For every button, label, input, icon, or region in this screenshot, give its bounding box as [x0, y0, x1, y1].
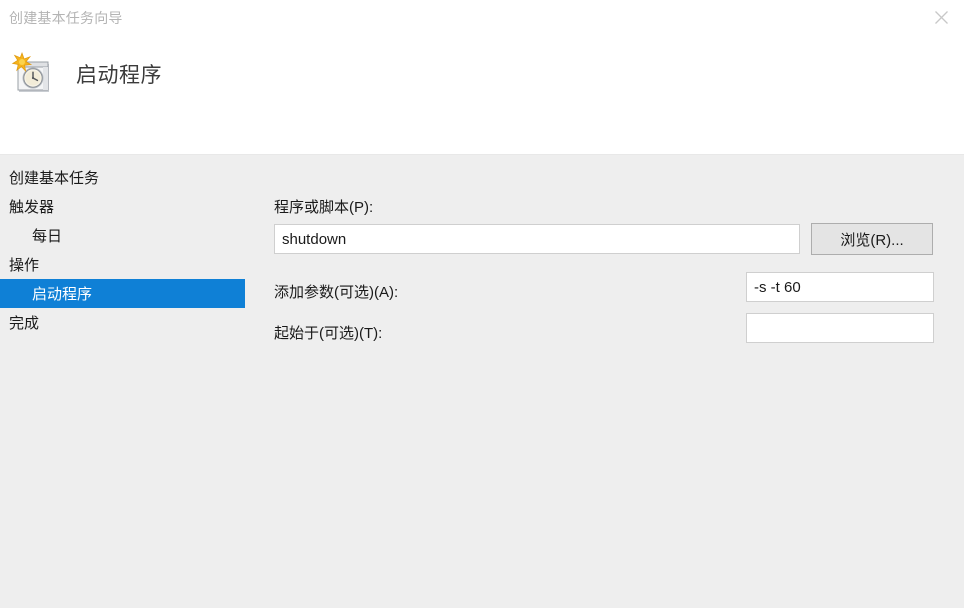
sidebar-item-trigger[interactable]: 触发器: [0, 192, 245, 221]
wizard-body: 创建基本任务 触发器 每日 操作 启动程序 完成 程序或脚本(P): 浏览(R)…: [0, 155, 964, 608]
sidebar-item-start-a-program[interactable]: 启动程序: [0, 279, 245, 308]
program-or-script-input[interactable]: [274, 224, 800, 254]
sidebar-item-label: 完成: [9, 315, 40, 332]
sidebar-item-label: 每日: [32, 228, 63, 245]
close-button[interactable]: [918, 0, 964, 34]
create-basic-task-wizard-window: 创建基本任务向导 启动程序 创建基本任务 触发器 每日 操作 启动程序 完成 程…: [0, 0, 964, 608]
sidebar-item-label: 操作: [9, 257, 40, 274]
sidebar-item-action[interactable]: 操作: [0, 250, 245, 279]
close-icon: [933, 9, 950, 26]
page-title: 启动程序: [76, 64, 162, 87]
add-arguments-input[interactable]: [746, 272, 934, 302]
browse-button[interactable]: 浏览(R)...: [811, 223, 933, 255]
sidebar-item-daily[interactable]: 每日: [0, 221, 245, 250]
task-scheduler-clock-calendar-icon: [10, 50, 58, 98]
wizard-step-list: 创建基本任务 触发器 每日 操作 启动程序 完成: [0, 155, 245, 608]
sidebar-item-label: 触发器: [9, 199, 55, 216]
action-settings-pane: 程序或脚本(P): 浏览(R)... 添加参数(可选)(A): 起始于(可选)(…: [245, 155, 964, 608]
sidebar-item-finish[interactable]: 完成: [0, 308, 245, 337]
window-title: 创建基本任务向导: [9, 10, 123, 26]
add-arguments-label: 添加参数(可选)(A):: [274, 284, 399, 301]
program-or-script-label: 程序或脚本(P):: [274, 199, 374, 216]
start-in-label: 起始于(可选)(T):: [274, 325, 383, 342]
sidebar-item-create-basic-task[interactable]: 创建基本任务: [0, 163, 245, 192]
wizard-header: 创建基本任务向导 启动程序: [0, 0, 964, 155]
wizard-page-header: 启动程序: [10, 50, 162, 98]
start-in-input[interactable]: [746, 313, 934, 343]
sidebar-item-label: 启动程序: [32, 286, 93, 303]
sidebar-item-label: 创建基本任务: [9, 170, 100, 187]
